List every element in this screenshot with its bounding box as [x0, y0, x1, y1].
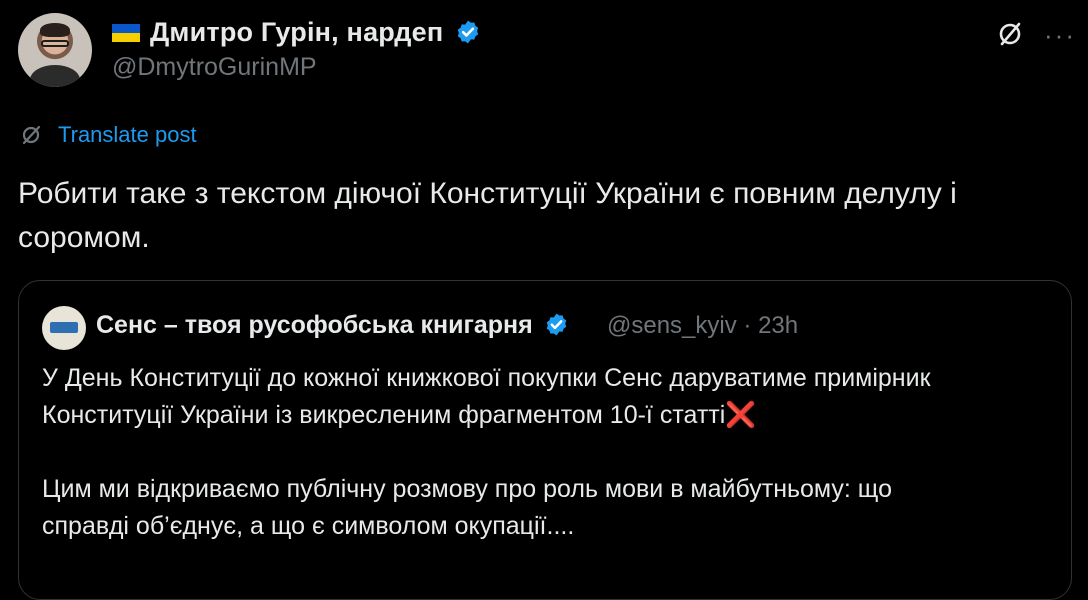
author-name[interactable]: Дмитро Гурін, нардеп: [150, 17, 481, 48]
verified-badge-icon: [546, 313, 566, 336]
translate-post-link[interactable]: Translate post: [58, 122, 197, 148]
sens-logo-icon: [50, 322, 78, 333]
quoted-author-name[interactable]: Сенс – твоя русофобська книгарня: [96, 311, 569, 340]
author-avatar[interactable]: [18, 13, 92, 87]
quoted-post-text: У День Конституції до кожної книжкової п…: [42, 360, 1052, 545]
translate-icon: [22, 125, 41, 145]
avatar-glasses: [41, 40, 69, 47]
quoted-line-3: Цим ми відкриваємо публічну розмову про …: [42, 475, 892, 503]
grok-icon[interactable]: [996, 20, 1024, 48]
quoted-line-1: У День Конституції до кожної книжкової п…: [42, 364, 931, 392]
quoted-handle-time[interactable]: @sens_kyiv · 23h: [607, 312, 798, 340]
quoted-author-avatar[interactable]: [42, 306, 86, 350]
avatar-hair: [40, 23, 70, 37]
quoted-line-4: справді об’єднує, а що є символом окупац…: [42, 512, 575, 540]
tweet-text: Робити таке з текстом діючої Конституції…: [18, 177, 957, 254]
quoted-author-name-text[interactable]: Сенс – твоя русофобська книгарня: [96, 311, 533, 339]
quoted-line-2: Конституції України із викресленим фрагм…: [42, 397, 1052, 434]
cross-mark-emoji: ❌: [725, 401, 757, 429]
verified-badge-icon: [457, 20, 479, 44]
more-options-icon[interactable]: ···: [1044, 20, 1076, 51]
quoted-line-2-text: Конституції України із викресленим фрагм…: [42, 401, 726, 429]
avatar-shirt: [30, 65, 80, 87]
author-handle[interactable]: @DmytroGurinMP: [112, 53, 317, 82]
author-name-text[interactable]: Дмитро Гурін, нардеп: [150, 17, 443, 47]
ukraine-flag-icon: [112, 24, 140, 42]
